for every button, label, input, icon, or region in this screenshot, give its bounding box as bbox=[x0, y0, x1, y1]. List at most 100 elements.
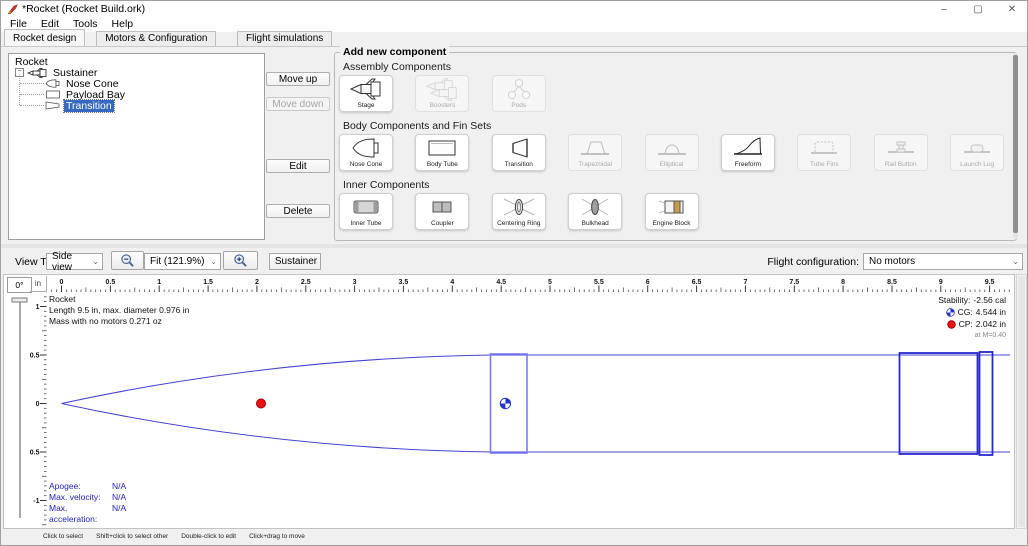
add-stage-button[interactable]: Stage bbox=[339, 75, 393, 112]
tab-motors-configuration[interactable]: Motors & Configuration bbox=[96, 31, 216, 46]
flight-stat-row: Max. acceleration:N/A bbox=[49, 503, 126, 525]
rocket-info: RocketLength 9.5 in, max. diameter 0.976… bbox=[49, 294, 189, 327]
add-nose-cone-button[interactable]: Nose Cone bbox=[339, 134, 393, 171]
zoom-in-button[interactable] bbox=[223, 251, 258, 270]
transition-lg-icon bbox=[504, 135, 534, 161]
chevron-down-icon: ⌄ bbox=[92, 258, 99, 266]
zoom-out-button[interactable] bbox=[111, 251, 144, 270]
openrocket-window: *Rocket (Rocket Build.ork) –▢✕ FileEditT… bbox=[0, 0, 1028, 546]
component-button-label: Body Tube bbox=[427, 161, 458, 168]
add-tube-fins-button: Tube Fins bbox=[797, 134, 851, 171]
component-button-label: Stage bbox=[358, 102, 375, 109]
stability-value: -2.56 cal bbox=[973, 294, 1006, 306]
add-elliptical-button: Elliptical bbox=[645, 134, 699, 171]
component-button-label: Boosters bbox=[430, 102, 456, 109]
edit-button[interactable]: Edit bbox=[266, 159, 330, 173]
tree-root-label: Rocket bbox=[13, 56, 50, 68]
scrollbar-thumb[interactable] bbox=[1013, 55, 1018, 233]
component-button-label: Inner Tube bbox=[350, 220, 381, 227]
tree-root[interactable]: Rocket bbox=[9, 56, 50, 67]
rocket-info-line: Rocket bbox=[49, 294, 189, 305]
add-body-tube-button[interactable]: Body Tube bbox=[415, 134, 469, 171]
close-button[interactable]: ✕ bbox=[1005, 4, 1019, 15]
status-hint: Double-click to edit bbox=[181, 533, 236, 546]
zoom-level-select[interactable]: Fit (121.9%)⌄ bbox=[144, 253, 221, 270]
component-button-label: Trapezoidal bbox=[578, 161, 612, 168]
add-engine-block-button[interactable]: Engine Block bbox=[645, 193, 699, 230]
component-row: Inner Tube Coupler Centering Ring Bulkhead E… bbox=[339, 193, 699, 230]
trapezoidal-icon bbox=[580, 135, 610, 161]
component-row: StageBoostersPods bbox=[339, 75, 546, 112]
add-centering-ring-button[interactable]: Centering Ring bbox=[492, 193, 546, 230]
mach-note: at M=0.40 bbox=[975, 330, 1006, 342]
bodytube-lg-icon bbox=[427, 135, 457, 161]
nosecone-icon bbox=[45, 79, 61, 88]
flight-stats: Apogee:N/AMax. velocity:N/AMax. accelera… bbox=[49, 481, 126, 525]
add-bulkhead-button[interactable]: Bulkhead bbox=[568, 193, 622, 230]
canvas-scrollbar[interactable] bbox=[1016, 274, 1027, 529]
tab-flight-simulations[interactable]: Flight simulations bbox=[237, 31, 332, 46]
flight-stat-label: Max. acceleration: bbox=[49, 503, 112, 525]
status-bar: Click to select Shift+click to select oth… bbox=[1, 529, 1028, 546]
component-button-label: Coupler bbox=[431, 220, 454, 227]
railbutton-icon bbox=[886, 135, 916, 161]
view-type-select[interactable]: Side view⌄ bbox=[46, 253, 103, 270]
component-panel-scrollbar[interactable] bbox=[1013, 53, 1018, 239]
tree-guide bbox=[20, 105, 44, 106]
tree-item-sustainer[interactable]: −Sustainer bbox=[9, 67, 99, 78]
chevron-down-icon: ⌄ bbox=[1012, 257, 1019, 266]
component-button-label: Transition bbox=[505, 161, 533, 168]
tree-item-label: Transition bbox=[64, 100, 114, 112]
status-hint: Shift+click to select other bbox=[96, 533, 168, 546]
rocket-canvas[interactable]: 0° in 00.511.522.533.544.555.566.577.588… bbox=[3, 274, 1015, 529]
bulkhead-icon bbox=[580, 194, 610, 220]
title-bar: *Rocket (Rocket Build.ork) – ▢ ✕ bbox=[1, 1, 1027, 17]
transition-icon bbox=[45, 101, 61, 110]
launchlug-icon bbox=[962, 135, 992, 161]
flight-stat-label: Max. velocity: bbox=[49, 492, 112, 503]
rocket-info-line: Mass with no motors 0.271 oz bbox=[49, 316, 189, 327]
status-hint: Click to select bbox=[43, 533, 83, 546]
flight-stat-row: Apogee:N/A bbox=[49, 481, 126, 492]
group-label-inner-components: Inner Components bbox=[343, 179, 429, 191]
design-panel: Rocket−SustainerNose ConePayload BayTran… bbox=[1, 47, 1028, 244]
minimize-button[interactable]: – bbox=[937, 4, 951, 15]
coupler-icon bbox=[427, 194, 457, 220]
zoom-out-icon bbox=[120, 253, 135, 268]
menu-help[interactable]: Help bbox=[105, 17, 141, 32]
group-label-body-components-and-fin-sets: Body Components and Fin Sets bbox=[343, 120, 491, 132]
status-hint: Click+drag to move bbox=[249, 533, 305, 546]
add-transition-button[interactable]: Transition bbox=[492, 134, 546, 171]
scrollbar-thumb[interactable] bbox=[1018, 276, 1025, 527]
component-button-label: Freeform bbox=[735, 161, 761, 168]
add-freeform-button[interactable]: Freeform bbox=[721, 134, 775, 171]
component-tree[interactable]: Rocket−SustainerNose ConePayload BayTran… bbox=[8, 53, 265, 240]
move-up-button[interactable]: Move up bbox=[266, 72, 330, 86]
cp-value: 2.042 in bbox=[976, 318, 1006, 330]
tab-rocket-design[interactable]: Rocket design bbox=[4, 29, 85, 46]
flight-stat-value: N/A bbox=[112, 503, 126, 525]
add-rail-button-button: Rail Button bbox=[874, 134, 928, 171]
pods-icon bbox=[506, 76, 532, 102]
centeringring-icon bbox=[502, 194, 536, 220]
component-button-label: Centering Ring bbox=[497, 220, 540, 227]
tubefins-icon bbox=[809, 135, 839, 161]
cg-value: 4.544 in bbox=[976, 306, 1006, 318]
flight-stat-value: N/A bbox=[112, 481, 126, 492]
add-boosters-button: Boosters bbox=[415, 75, 469, 112]
maximize-button[interactable]: ▢ bbox=[971, 4, 985, 15]
flight-config-select[interactable]: No motors⌄ bbox=[863, 253, 1023, 270]
rocket-info-line: Length 9.5 in, max. diameter 0.976 in bbox=[49, 305, 189, 316]
stage-toggle-button[interactable]: Sustainer bbox=[269, 253, 321, 270]
component-button-label: Tube Fins bbox=[810, 161, 839, 168]
component-button-label: Elliptical bbox=[660, 161, 684, 168]
zoom-in-icon bbox=[233, 253, 248, 268]
window-title: *Rocket (Rocket Build.ork) bbox=[22, 3, 145, 15]
expand-toggle-icon[interactable]: − bbox=[15, 68, 24, 77]
stage-lg-icon bbox=[349, 76, 383, 102]
cp-icon bbox=[947, 320, 956, 329]
delete-button[interactable]: Delete bbox=[266, 204, 330, 218]
add-coupler-button[interactable]: Coupler bbox=[415, 193, 469, 230]
tree-guide bbox=[20, 94, 44, 95]
add-inner-tube-button[interactable]: Inner Tube bbox=[339, 193, 393, 230]
